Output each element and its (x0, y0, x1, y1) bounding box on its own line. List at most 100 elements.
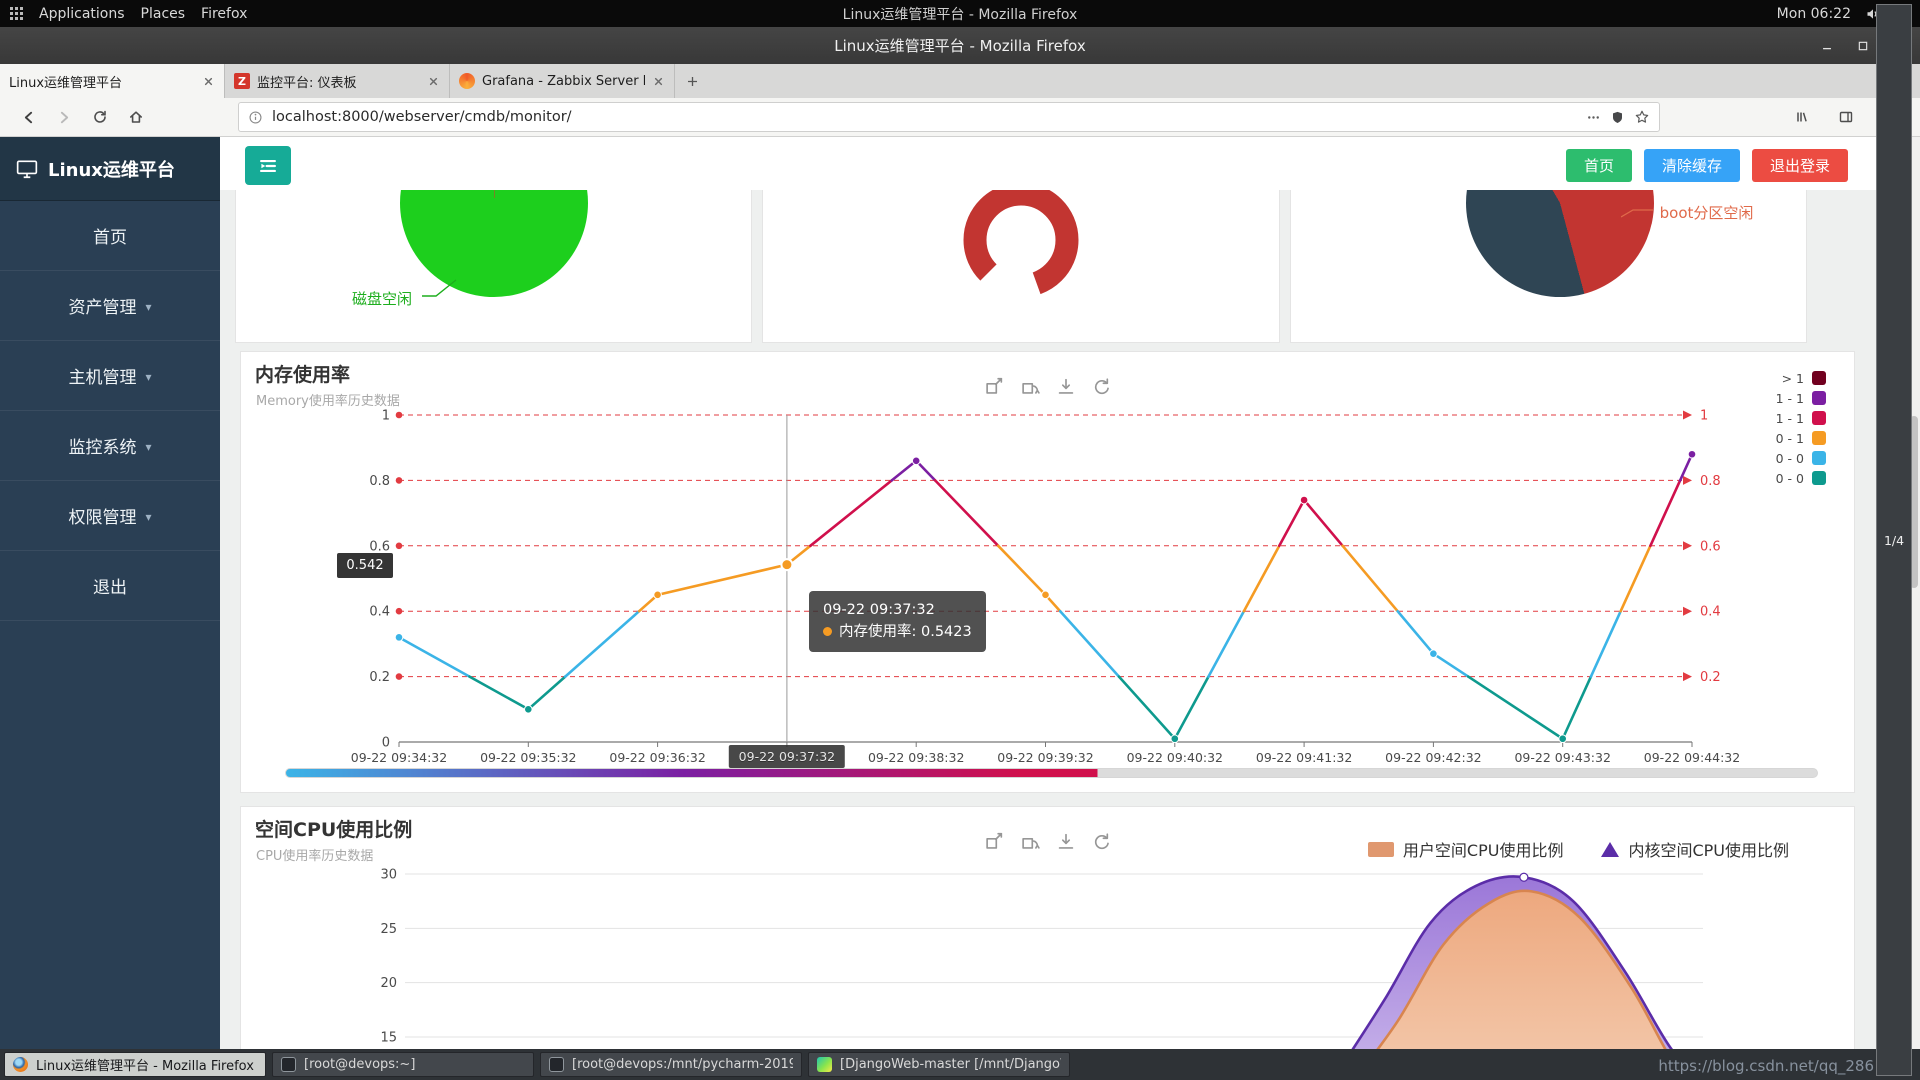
data-point[interactable] (394, 633, 404, 642)
line-segment (1173, 675, 1210, 741)
reload-button[interactable] (84, 102, 116, 132)
sidebar-nav: 首页资产管理 ▾ 主机管理 ▾ 监控系统 ▾ 权限管理 ▾ 退出 (0, 201, 220, 621)
y-axis-tick-label: 0 (382, 736, 390, 751)
line-segment (1341, 544, 1399, 613)
library-icon[interactable] (1786, 102, 1818, 132)
legend-label: 内核空间CPU使用比例 (1628, 841, 1789, 860)
visualmap-piece-swatch (1812, 451, 1826, 465)
sidebar-item-2[interactable]: 资产管理 ▾ (0, 271, 220, 341)
line-segment (468, 675, 530, 711)
line-segment (1466, 675, 1564, 741)
legend-rect-swatch (1367, 841, 1394, 857)
line-segment (656, 563, 789, 597)
back-button[interactable] (12, 102, 44, 132)
data-point[interactable] (780, 558, 794, 572)
line-segment (996, 544, 1047, 597)
clock[interactable]: Mon 06:22 (1777, 6, 1851, 22)
logout-button[interactable]: 退出登录 (1751, 149, 1848, 182)
browser-tab[interactable]: Grafana - Zabbix Server D (450, 64, 675, 98)
window-titlebar[interactable]: Linux运维管理平台 - Mozilla Firefox (0, 27, 1920, 64)
toolbox-datazoom-icon[interactable] (983, 376, 1005, 398)
legend-item[interactable]: 内核空间CPU使用比例 (1601, 837, 1789, 861)
url-text[interactable]: localhost:8000/webserver/cmdb/monitor/ (272, 109, 1577, 125)
data-point[interactable] (1170, 734, 1180, 744)
visualmap-piece-label: 0 - 0 (1775, 470, 1804, 486)
home-button[interactable]: 首页 (1565, 149, 1632, 182)
line-segment (809, 479, 894, 548)
menu-applications[interactable]: Applications (39, 6, 125, 22)
sidebar-item-3[interactable]: 主机管理 ▾ (0, 341, 220, 411)
sidebar-item-6[interactable]: 退出 (0, 551, 220, 621)
boot-pie-label-group: boot分区空闲 (1620, 202, 1753, 223)
window-title: Linux运维管理平台 - Mozilla Firefox (834, 37, 1086, 55)
toolbox-restore-icon[interactable] (1019, 376, 1041, 398)
line-segment (1044, 593, 1062, 613)
x-axis-label: 09-22 09:42:32 (1385, 750, 1481, 765)
data-point[interactable] (911, 456, 921, 466)
data-point[interactable] (1299, 495, 1309, 505)
chevron-down-icon: ▾ (145, 299, 152, 314)
y-axis-tick-label: 15 (380, 1031, 397, 1046)
markline-label: 0.4 (1700, 605, 1721, 620)
sidebars-icon[interactable] (1830, 102, 1862, 132)
tab-title: 监控平台: 仪表板 (257, 75, 357, 91)
clear-cache-button[interactable]: 清除缓存 (1643, 149, 1740, 182)
site-info-icon[interactable] (248, 110, 263, 125)
browser-tab[interactable]: Z 监控平台: 仪表板 (225, 64, 450, 98)
tracking-shield-icon[interactable] (1610, 110, 1625, 125)
data-zoom-slider[interactable] (285, 768, 1818, 778)
data-point[interactable] (1429, 649, 1438, 659)
line-segment (637, 593, 659, 613)
visualmap-piece[interactable]: 1 - 1 (1776, 388, 1826, 408)
data-point[interactable] (1687, 449, 1697, 459)
markline-arrow-icon (1683, 672, 1692, 682)
markline-dot (395, 542, 403, 550)
data-point[interactable] (524, 705, 533, 714)
memory-line-chart[interactable]: 0.20.40.60.8100.20.40.60.8109-22 09:34:3… (241, 352, 1856, 794)
taskbar-window-button[interactable]: [root@devops:/mnt/pycharm-2019... (540, 1052, 802, 1077)
forward-button[interactable] (48, 102, 80, 132)
browser-tab[interactable]: Linux运维管理平台 (0, 64, 225, 98)
toolbox-save-image-icon[interactable] (1055, 831, 1077, 853)
legend-item[interactable]: 用户空间CPU使用比例 (1367, 837, 1563, 861)
workspace-indicator[interactable]: 1/4 (1876, 4, 1912, 1076)
visualmap-piece[interactable]: 0 - 1 (1776, 428, 1826, 448)
line-segment (1432, 652, 1470, 678)
bookmark-star-icon[interactable] (1634, 109, 1650, 125)
home-icon[interactable] (120, 102, 152, 132)
toolbox-datazoom-icon[interactable] (983, 831, 1005, 853)
data-point[interactable] (1041, 590, 1050, 600)
taskbar-window-button[interactable]: [DjangoWeb-master [/mnt/DjangoW... (808, 1052, 1070, 1077)
ring-chart[interactable] (961, 190, 1081, 304)
tab-close-icon[interactable] (652, 75, 665, 88)
sidebar-toggle-button[interactable] (245, 146, 291, 185)
data-point[interactable] (653, 590, 662, 600)
sidebar-item-label: 资产管理 (68, 298, 137, 318)
ring-chart-card (762, 190, 1280, 343)
toolbox-restore-icon[interactable] (1019, 831, 1041, 853)
taskbar-window-button[interactable]: Linux运维管理平台 - Mozilla Firefox (4, 1052, 266, 1077)
sidebar-item-4[interactable]: 监控系统 ▾ (0, 411, 220, 481)
minimize-icon[interactable] (1818, 37, 1836, 55)
markline-label: 0.6 (1700, 539, 1721, 554)
visualmap-piece[interactable]: > 1 (1776, 368, 1826, 388)
visualmap-piece[interactable]: 0 - 0 (1776, 448, 1826, 468)
markline-label: 1 (1700, 409, 1708, 424)
sidebar-item-1[interactable]: 首页 (0, 201, 220, 271)
url-bar[interactable]: localhost:8000/webserver/cmdb/monitor/ (238, 102, 1660, 132)
new-tab-button[interactable] (675, 64, 709, 98)
data-point[interactable] (1558, 734, 1567, 744)
menu-places[interactable]: Places (141, 6, 186, 22)
visualmap-piece[interactable]: 1 - 1 (1776, 408, 1826, 428)
toolbox-refresh-icon[interactable] (1091, 831, 1113, 853)
tab-close-icon[interactable] (202, 75, 215, 88)
sidebar-item-5[interactable]: 权限管理 ▾ (0, 481, 220, 551)
toolbox-refresh-icon[interactable] (1091, 376, 1113, 398)
taskbar-window-button[interactable]: [root@devops:~] (272, 1052, 534, 1077)
visualmap-piece[interactable]: 0 - 0 (1776, 468, 1826, 488)
maximize-icon[interactable] (1854, 37, 1872, 55)
toolbox-save-image-icon[interactable] (1055, 376, 1077, 398)
page-actions-icon[interactable] (1586, 110, 1601, 125)
tab-close-icon[interactable] (427, 75, 440, 88)
menu-firefox[interactable]: Firefox (201, 6, 247, 22)
